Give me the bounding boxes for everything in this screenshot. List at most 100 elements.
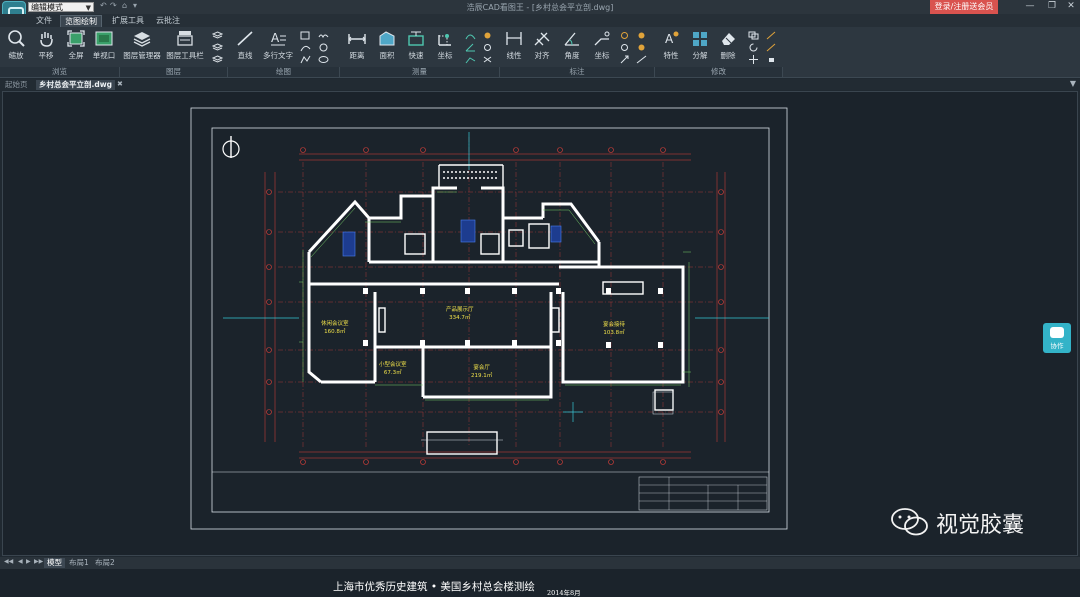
leader-icon[interactable]	[619, 31, 630, 40]
group-draw: 绘图	[228, 67, 340, 77]
layer-off-icon[interactable]	[212, 55, 223, 64]
delete-label: 删除	[720, 51, 736, 60]
ellipse-icon[interactable]	[318, 55, 329, 64]
coordinate-measure-label: 坐标	[437, 51, 453, 60]
trim-icon[interactable]	[766, 31, 777, 40]
pan-button[interactable]: 平移	[34, 30, 58, 66]
layer-manager-button[interactable]: 图层管理器	[122, 30, 162, 66]
angle-dim-button[interactable]: 角度	[560, 30, 584, 66]
fast-measure-label: 快速	[408, 51, 424, 60]
room-name: 休闲会议室	[321, 321, 349, 327]
login-register-button[interactable]: 登录/注册送会员	[930, 0, 998, 14]
cad-drawing	[190, 107, 788, 530]
layer-toolbar-button[interactable]: 图层工具栏	[165, 30, 205, 66]
measure-clear-icon[interactable]	[482, 55, 493, 64]
fast-measure-icon	[408, 31, 424, 46]
tab-file[interactable]: 文件	[32, 15, 56, 27]
text-search-icon[interactable]	[619, 43, 630, 52]
fast-measure-button[interactable]: 快速	[403, 30, 429, 66]
close-button[interactable]: ✕	[1061, 0, 1080, 14]
area-label: 面积	[379, 51, 395, 60]
tab-start-page[interactable]: 起始页	[2, 80, 31, 90]
rectangle-icon[interactable]	[300, 31, 311, 40]
layer-isolate-icon[interactable]	[212, 43, 223, 52]
fullscreen-button[interactable]: 全屏	[64, 30, 88, 66]
line-label: 直线	[237, 51, 253, 60]
dim-update-icon[interactable]	[636, 55, 647, 64]
linear-dim-button[interactable]: 线性	[503, 30, 525, 66]
coordinate-dim-button[interactable]: 坐标	[590, 30, 614, 66]
drawing-canvas[interactable]: 产品展示厅 334.7㎡ 休闲会议室 160.8㎡ 小型会议室 67.3㎡ 宴会…	[2, 91, 1078, 597]
tab-drawing-file[interactable]: 乡村总会平立剖.dwg	[36, 80, 116, 90]
single-viewport-button[interactable]: 单视口	[91, 30, 117, 66]
aligned-dim-button[interactable]: 对齐	[530, 30, 554, 66]
dim-style-icon[interactable]	[636, 31, 647, 40]
tab-model[interactable]: 模型	[44, 558, 65, 568]
extend-icon[interactable]	[766, 43, 777, 52]
coordinate-measure-button[interactable]: 坐标	[432, 30, 458, 66]
restore-button[interactable]: ❐	[1042, 0, 1062, 14]
zoom-button[interactable]: 缩放	[4, 30, 28, 66]
measure-angle-icon[interactable]	[465, 43, 476, 52]
app-window: 编辑模式 ▼ ↶ ↷ ⌂ ▾ 浩辰CAD看图王 - [乡村总会平立剖.dwg] …	[0, 0, 1080, 597]
pan-label: 平移	[38, 51, 54, 60]
measure-polyline-icon[interactable]	[465, 55, 476, 64]
tab-extend-tools[interactable]: 扩展工具	[108, 15, 148, 27]
next-tab-arrow-icon[interactable]: ▶	[26, 558, 31, 565]
explode-button[interactable]: 分解	[688, 30, 712, 66]
room-area: 103.8㎡	[603, 330, 625, 336]
arc-icon[interactable]	[300, 43, 311, 52]
minimize-button[interactable]: —	[1020, 0, 1040, 14]
first-tab-arrow-icon[interactable]: ◀◀	[4, 558, 13, 565]
single-viewport-label: 单视口	[92, 51, 116, 60]
collaboration-button[interactable]: 协作	[1043, 323, 1071, 353]
area-icon	[379, 31, 395, 46]
start-page-label: 起始页	[5, 80, 28, 89]
watermark-text: 视觉胶囊	[936, 513, 1025, 538]
aligned-dim-icon	[534, 32, 550, 46]
measure-scale-icon[interactable]	[482, 43, 493, 52]
tab-browse-draw[interactable]: 览图绘制	[60, 15, 102, 27]
tab-cloud-annotation[interactable]: 云批注	[152, 15, 184, 27]
tab-list-chevron-icon[interactable]: ▼	[1070, 79, 1076, 88]
mtext-label: 多行文字	[263, 51, 293, 60]
eraser-icon	[722, 33, 735, 45]
layers-icon	[133, 32, 151, 47]
prev-tab-arrow-icon[interactable]: ◀	[18, 558, 23, 565]
close-tab-icon[interactable]: ✖	[117, 80, 123, 88]
distance-label: 距离	[349, 51, 365, 60]
line-icon	[237, 31, 253, 46]
rotate-icon[interactable]	[748, 43, 759, 52]
room-area: 160.8㎡	[324, 329, 346, 335]
angle-dim-icon	[564, 32, 579, 46]
tab-layout1[interactable]: 布局1	[66, 558, 92, 568]
measure-arc-icon[interactable]	[465, 31, 476, 40]
properties-button[interactable]: A 特性	[659, 30, 683, 66]
tab-layout2[interactable]: 布局2	[92, 558, 118, 568]
window-title: 浩辰CAD看图王 - [乡村总会平立剖.dwg]	[466, 3, 614, 12]
dim-edit-icon[interactable]	[636, 43, 647, 52]
last-tab-arrow-icon[interactable]: ▶▶	[34, 558, 43, 565]
layout-tab-bar: ◀◀ ◀ ▶ ▶▶ 模型 布局1 布局2	[0, 557, 1080, 569]
drawing-date: 2014年8月	[547, 589, 581, 597]
layer-state-icon[interactable]	[212, 31, 223, 40]
angle-dim-label: 角度	[564, 51, 580, 60]
measure-settings-icon[interactable]	[482, 31, 493, 40]
chat-icon	[1050, 327, 1064, 338]
group-browse: 浏览	[0, 67, 120, 77]
move-icon[interactable]	[748, 55, 759, 64]
area-button[interactable]: 面积	[374, 30, 400, 66]
room-label: 宴会接待 103.8㎡	[603, 320, 625, 336]
coordinate-icon	[438, 34, 451, 46]
line-button[interactable]: 直线	[232, 30, 258, 66]
cloud-line-icon[interactable]	[318, 31, 329, 40]
arrow-dim-icon[interactable]	[619, 55, 630, 64]
polyline-icon[interactable]	[300, 55, 311, 64]
circle-icon[interactable]	[318, 43, 329, 52]
distance-button[interactable]: 距离	[343, 30, 371, 66]
room-name: 宴会厅	[473, 365, 490, 371]
mtext-button[interactable]: A 多行文字	[262, 30, 294, 66]
mirror-icon[interactable]	[766, 55, 777, 64]
copy-icon[interactable]	[748, 31, 759, 40]
delete-button[interactable]: 删除	[716, 30, 740, 66]
